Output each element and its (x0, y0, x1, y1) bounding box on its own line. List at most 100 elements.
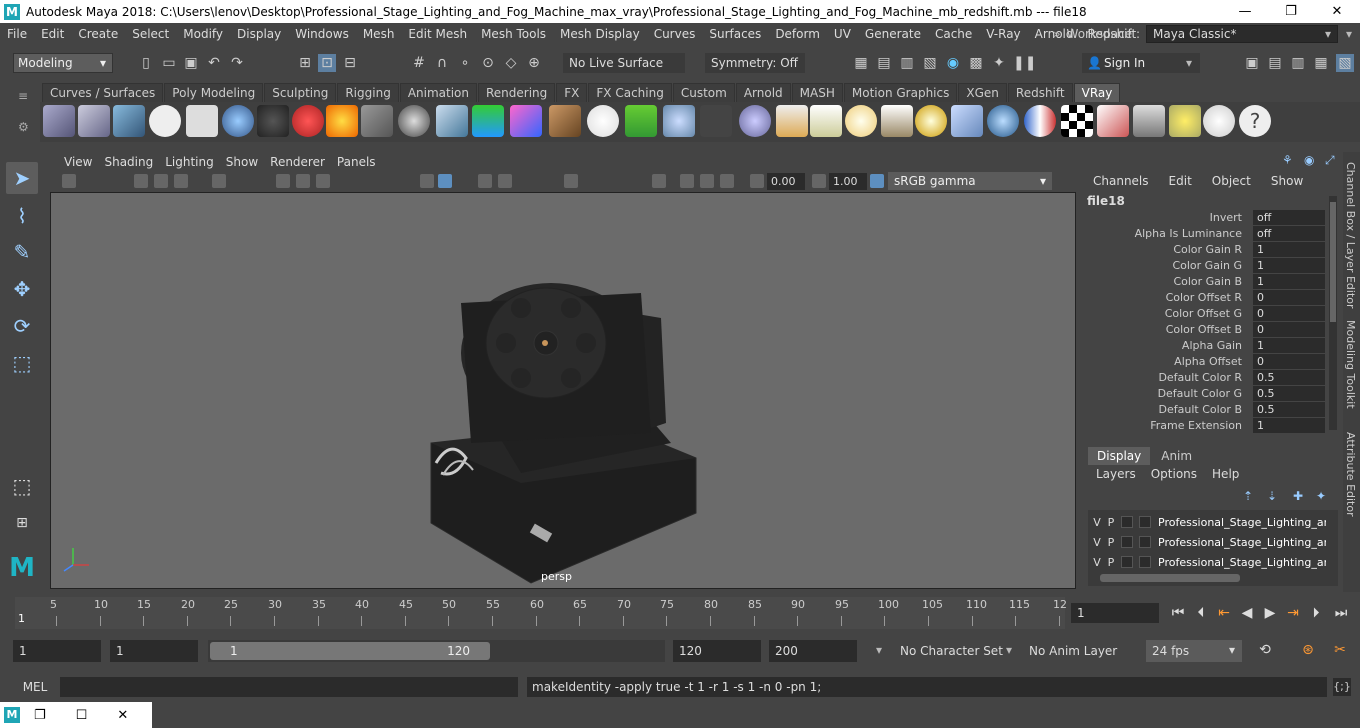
layer-playback-toggle[interactable]: P (1104, 516, 1118, 529)
layer-menu-help[interactable]: Help (1212, 467, 1239, 481)
textured-icon[interactable] (478, 174, 492, 188)
vray-sphere-fade-icon[interactable] (739, 105, 771, 137)
layer-display-type[interactable] (1121, 536, 1133, 548)
minimized-maximize-icon[interactable]: ☐ (76, 708, 88, 723)
snap-point-icon[interactable]: ∘ (456, 54, 474, 72)
channel-menu-edit[interactable]: Edit (1169, 174, 1192, 188)
menu-create[interactable]: Create (71, 27, 125, 41)
shelf-tab-animation[interactable]: Animation (399, 83, 477, 102)
menu-edit-mesh[interactable]: Edit Mesh (401, 27, 474, 41)
script-language-toggle[interactable]: MEL (15, 677, 55, 697)
channel-box-icon[interactable]: ⚘ (1282, 153, 1293, 167)
viewport-menu-shading[interactable]: Shading (98, 155, 159, 169)
channel-attribute-value[interactable]: 0.5 (1253, 386, 1325, 401)
smooth-shade-icon[interactable] (438, 174, 452, 188)
minimized-restore-icon[interactable]: ❐ (34, 708, 46, 723)
channel-box-scrollbar[interactable] (1329, 196, 1337, 430)
layer-color-swatch[interactable] (1139, 536, 1151, 548)
menu-edit[interactable]: Edit (34, 27, 71, 41)
channel-attribute-value[interactable]: off (1253, 226, 1325, 241)
vray-globe-icon[interactable] (587, 105, 619, 137)
layer-menu-options[interactable]: Options (1151, 467, 1197, 481)
move-layer-down-icon[interactable]: ⇣ (1267, 489, 1277, 503)
quad-view-icon[interactable]: ⊞ (6, 507, 38, 539)
vray-ipr-icon[interactable] (113, 105, 145, 137)
vray-curve-icon[interactable] (700, 105, 732, 137)
new-scene-icon[interactable]: ▯ (137, 54, 155, 72)
loop-icon[interactable]: ⟲ (1256, 641, 1274, 659)
current-frame-field[interactable]: 1 (1071, 603, 1159, 623)
menu-mesh-tools[interactable]: Mesh Tools (474, 27, 553, 41)
channel-attribute-row[interactable]: Default Color B 0.5 (1086, 402, 1326, 418)
channel-attribute-value[interactable]: 1 (1253, 274, 1325, 289)
channel-attribute-name[interactable]: Color Gain R (1173, 242, 1242, 258)
vray-sun-icon[interactable] (915, 105, 947, 137)
snap-surface-icon[interactable]: ◇ (502, 54, 520, 72)
minimized-close-icon[interactable]: ✕ (117, 708, 128, 723)
channel-attribute-value[interactable]: 1 (1253, 338, 1325, 353)
channel-attribute-value[interactable]: 0 (1253, 306, 1325, 321)
character-set-dropdown[interactable]: No Character Set (900, 640, 1003, 662)
vray-particles-icon[interactable] (663, 105, 695, 137)
menu-display[interactable]: Display (230, 27, 288, 41)
layer-color-swatch[interactable] (1139, 556, 1151, 568)
fps-arrow-icon[interactable]: ▾ (1229, 643, 1235, 657)
menu-select[interactable]: Select (125, 27, 176, 41)
side-tab-attribute-editor[interactable]: Attribute Editor (1344, 432, 1357, 517)
shelf-tab-vray[interactable]: VRay (1073, 83, 1121, 102)
play-forwards-icon[interactable]: ▶ (1261, 604, 1279, 622)
workspace-dropdown[interactable]: Maya Classic* (1146, 25, 1338, 43)
lasso-tool-icon[interactable]: ⌇ (6, 200, 38, 232)
channel-menu-object[interactable]: Object (1212, 174, 1251, 188)
menu-mesh-display[interactable]: Mesh Display (553, 27, 647, 41)
select-hierarchy-icon[interactable]: ⊞ (296, 54, 314, 72)
vray-spot-light-icon[interactable] (810, 105, 842, 137)
shelf-tab-sculpting[interactable]: Sculpting (264, 83, 337, 102)
channel-attribute-value[interactable]: 0 (1253, 354, 1325, 369)
fps-dropdown[interactable]: 24 fps (1146, 640, 1242, 662)
layer-playback-toggle[interactable]: P (1104, 556, 1118, 569)
menu-generate[interactable]: Generate (858, 27, 928, 41)
menu-surfaces[interactable]: Surfaces (702, 27, 768, 41)
channel-attribute-row[interactable]: Invert off (1086, 210, 1326, 226)
open-scene-icon[interactable]: ▭ (160, 54, 178, 72)
color-management-icon[interactable] (870, 174, 884, 188)
channel-attribute-name[interactable]: Color Gain G (1172, 258, 1242, 274)
vray-frame-buffer-icon[interactable] (78, 105, 110, 137)
vray-vfb-icon[interactable] (1097, 105, 1129, 137)
new-layer-icon[interactable]: ✚ (1293, 489, 1303, 503)
step-back-key-icon[interactable]: ⏴ (1192, 604, 1210, 622)
scene-start-field[interactable]: 1 (13, 640, 101, 662)
image-plane-icon[interactable] (174, 174, 188, 188)
channel-attribute-value[interactable]: 0 (1253, 322, 1325, 337)
channel-attribute-row[interactable]: Alpha Gain 1 (1086, 338, 1326, 354)
vray-rect-light-icon[interactable] (951, 105, 983, 137)
layer-row[interactable]: V P Professional_Stage_Lighting_and (1090, 553, 1326, 571)
channel-attribute-name[interactable]: Alpha Offset (1174, 354, 1242, 370)
layer-row[interactable]: V P Professional_Stage_Lighting_and (1090, 513, 1326, 531)
channel-attribute-row[interactable]: Color Gain B 1 (1086, 274, 1326, 290)
side-tab-channel-box[interactable]: Channel Box / Layer Editor (1344, 162, 1357, 309)
menu-cache[interactable]: Cache (928, 27, 979, 41)
shelf-tab-custom[interactable]: Custom (672, 83, 735, 102)
menu-uv[interactable]: UV (827, 27, 858, 41)
playback-start-field[interactable]: 1 (110, 640, 198, 662)
shelf-tab-xgen[interactable]: XGen (958, 83, 1007, 102)
channel-attribute-name[interactable]: Color Offset G (1165, 306, 1242, 322)
isolate-select-icon[interactable] (564, 174, 578, 188)
menu-curves[interactable]: Curves (647, 27, 703, 41)
paint-select-tool-icon[interactable]: ✎ (6, 236, 38, 268)
new-layer-selected-icon[interactable]: ✦ (1316, 489, 1326, 503)
menu-deform[interactable]: Deform (768, 27, 827, 41)
vray-sphere-light-icon[interactable] (845, 105, 877, 137)
anti-aliasing-icon[interactable] (720, 174, 734, 188)
vray-grass-icon[interactable] (625, 105, 657, 137)
channel-attribute-value[interactable]: 0.5 (1253, 370, 1325, 385)
select-component-icon[interactable]: ⊟ (341, 54, 359, 72)
vray-plane-icon[interactable] (361, 105, 393, 137)
exposure-field[interactable]: 0.00 (767, 173, 805, 190)
vray-render-icon[interactable]: ✦ (990, 54, 1008, 72)
script-editor-icon[interactable]: {;} (1333, 678, 1351, 696)
sign-in-button[interactable]: 👤 Sign In (1082, 53, 1200, 73)
modeling-toolkit-icon[interactable]: ▣ (1243, 54, 1261, 72)
